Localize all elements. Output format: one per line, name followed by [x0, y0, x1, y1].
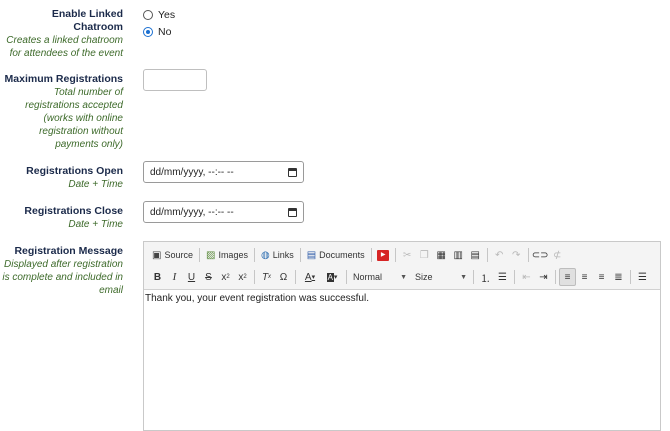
- linked-chatroom-label-group: Enable Linked Chatroom Creates a linked …: [0, 8, 123, 60]
- source-label: Source: [164, 250, 193, 260]
- toolbar-separator: [527, 248, 529, 262]
- toolbar-separator: [346, 270, 347, 284]
- toolbar-separator: [514, 270, 515, 284]
- underline-icon[interactable]: U: [183, 268, 200, 286]
- link-icon[interactable]: ⊂⊃: [532, 246, 549, 264]
- toolbar-separator: [370, 248, 372, 262]
- documents-label: Documents: [319, 250, 365, 260]
- max-registrations-input[interactable]: [143, 69, 207, 91]
- images-label: Images: [218, 250, 248, 260]
- toolbar-separator: [198, 248, 200, 262]
- toolbar-separator: [473, 270, 474, 284]
- paste-icon[interactable]: ▦: [433, 246, 450, 264]
- format-dropdown[interactable]: Normal ▼: [350, 269, 410, 285]
- toolbar-separator: [253, 248, 255, 262]
- documents-button[interactable]: ▤ Documents: [304, 246, 368, 264]
- registrations-close-label: Registrations Close: [24, 205, 123, 217]
- document-icon: ▤: [306, 249, 317, 261]
- radio-no-option[interactable]: No: [143, 23, 175, 40]
- increase-indent-icon[interactable]: ⇥: [535, 268, 552, 286]
- format-value: Normal: [353, 272, 383, 282]
- radio-yes[interactable]: [143, 9, 153, 20]
- bold-icon[interactable]: B: [149, 268, 166, 286]
- copy-icon[interactable]: ❐: [416, 246, 433, 264]
- registrations-close-input[interactable]: dd/mm/yyyy, --:-- --: [143, 201, 304, 223]
- italic-icon[interactable]: I: [166, 268, 183, 286]
- text-color-icon[interactable]: A ▾: [299, 268, 321, 286]
- special-character-icon[interactable]: Ω: [275, 268, 292, 286]
- rich-text-editor: ▣ Source ▨ Images ◍ Links ▤ Documents ▶ ✂ ❐ …: [143, 241, 661, 431]
- registrations-close-value: dd/mm/yyyy, --:-- --: [150, 206, 234, 218]
- youtube-button[interactable]: ▶: [375, 246, 392, 264]
- chevron-down-icon: ▼: [460, 273, 467, 281]
- chevron-down-icon: ▼: [400, 273, 407, 281]
- toolbar-separator: [295, 270, 296, 284]
- linked-chatroom-hint: Creates a linked chatroom for attendees …: [6, 35, 123, 59]
- size-value: Size: [415, 272, 433, 282]
- superscript-icon[interactable]: x2: [234, 268, 251, 286]
- source-icon: ▣: [152, 249, 162, 261]
- paste-word-icon[interactable]: ▤: [467, 246, 484, 264]
- editor-content[interactable]: Thank you, your event registration was s…: [144, 290, 660, 307]
- undo-icon[interactable]: ↶: [491, 246, 508, 264]
- registration-message-label: Registration Message: [14, 245, 123, 257]
- registrations-open-hint: Date + Time: [68, 179, 123, 190]
- calendar-icon[interactable]: [288, 207, 297, 217]
- align-right-icon[interactable]: ≡: [593, 268, 610, 286]
- links-label: Links: [272, 250, 294, 260]
- align-center-icon[interactable]: ≡: [576, 268, 593, 286]
- linked-chatroom-label: Enable Linked Chatroom: [51, 8, 123, 33]
- toolbar-row-2: B I U S x2 x2 Tx Ω A ▾ A ▾ Normal ▼ Size ▼ ⒈…: [149, 267, 651, 287]
- links-button[interactable]: ◍ Links: [258, 246, 297, 264]
- max-registrations-label: Maximum Registrations: [4, 73, 123, 85]
- registration-message-hint: Displayed after registration is complete…: [2, 259, 123, 296]
- registrations-open-value: dd/mm/yyyy, --:-- --: [150, 166, 234, 178]
- redo-icon[interactable]: ↷: [508, 246, 525, 264]
- radio-yes-label: Yes: [158, 8, 176, 21]
- toolbar-separator: [486, 248, 488, 262]
- bulleted-list-icon[interactable]: ☰: [494, 268, 511, 286]
- radio-no-label: No: [158, 25, 172, 38]
- radio-no[interactable]: [143, 26, 153, 37]
- paste-text-icon[interactable]: ▥: [450, 246, 467, 264]
- globe-link-icon: ◍: [260, 249, 270, 261]
- registration-message-label-group: Registration Message Displayed after reg…: [0, 245, 123, 297]
- toolbar-separator: [555, 270, 556, 284]
- size-dropdown[interactable]: Size ▼: [412, 269, 470, 285]
- source-button[interactable]: ▣ Source: [149, 246, 196, 264]
- background-color-icon[interactable]: A ▾: [321, 268, 343, 286]
- align-justify-icon[interactable]: ≣: [610, 268, 627, 286]
- align-left-icon[interactable]: ≡: [559, 268, 576, 286]
- toolbar-separator: [394, 248, 396, 262]
- radio-yes-option[interactable]: Yes: [143, 6, 175, 23]
- images-button[interactable]: ▨ Images: [203, 246, 251, 264]
- strikethrough-icon[interactable]: S: [200, 268, 217, 286]
- max-registrations-label-group: Maximum Registrations Total number of re…: [0, 73, 123, 151]
- toolbar-separator: [630, 270, 631, 284]
- registrations-open-label: Registrations Open: [26, 165, 123, 177]
- calendar-icon[interactable]: [288, 167, 297, 177]
- subscript-icon[interactable]: x2: [217, 268, 234, 286]
- cut-icon[interactable]: ✂: [399, 246, 416, 264]
- registrations-open-label-group: Registrations Open Date + Time: [0, 165, 123, 191]
- youtube-icon: ▶: [377, 249, 390, 261]
- horizontal-rule-icon[interactable]: ☰: [634, 268, 651, 286]
- editor-toolbar: ▣ Source ▨ Images ◍ Links ▤ Documents ▶ ✂ ❐ …: [144, 242, 660, 290]
- registrations-open-input[interactable]: dd/mm/yyyy, --:-- --: [143, 161, 304, 183]
- remove-format-icon[interactable]: Tx: [258, 268, 275, 286]
- toolbar-row-1: ▣ Source ▨ Images ◍ Links ▤ Documents ▶ ✂ ❐ …: [149, 245, 566, 265]
- toolbar-separator: [299, 248, 301, 262]
- registrations-close-label-group: Registrations Close Date + Time: [0, 205, 123, 231]
- linked-chatroom-options: Yes No: [143, 6, 175, 40]
- registrations-close-hint: Date + Time: [68, 219, 123, 230]
- numbered-list-icon[interactable]: ⒈: [477, 268, 494, 286]
- decrease-indent-icon[interactable]: ⇤: [518, 268, 535, 286]
- unlink-icon[interactable]: ⊄: [549, 246, 566, 264]
- toolbar-separator: [254, 270, 255, 284]
- image-icon: ▨: [205, 249, 216, 261]
- max-registrations-hint: Total number of registrations accepted (…: [25, 87, 123, 150]
